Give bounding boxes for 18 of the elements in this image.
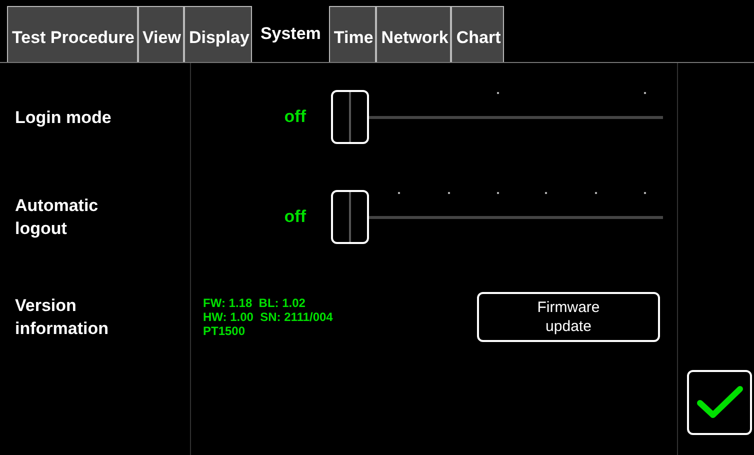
tab[interactable]: Chart (451, 6, 504, 62)
tab[interactable]: Test Procedure (7, 6, 138, 62)
setting-label: Automatic logout (15, 195, 100, 240)
firmware-update-button[interactable]: Firmware update (477, 292, 660, 342)
setting-label: Login mode (15, 106, 112, 128)
status-text: off (283, 107, 306, 127)
tab[interactable]: Display (184, 6, 252, 62)
setting-label: Version information (15, 295, 110, 340)
confirm-button[interactable] (687, 370, 752, 435)
status-text: off (283, 207, 306, 227)
tab[interactable]: View (138, 6, 184, 62)
slider-thumb[interactable] (331, 190, 369, 244)
version-text: FW: 1.18 BL: 1.02 HW: 1.00 SN: 2111/004 PT1500 (203, 296, 333, 338)
slider-track[interactable] (331, 90, 663, 144)
tab[interactable]: Time (328, 6, 376, 62)
tab[interactable]: Network (376, 6, 452, 62)
slider-thumb[interactable] (331, 90, 369, 144)
slider-track[interactable] (331, 190, 663, 244)
